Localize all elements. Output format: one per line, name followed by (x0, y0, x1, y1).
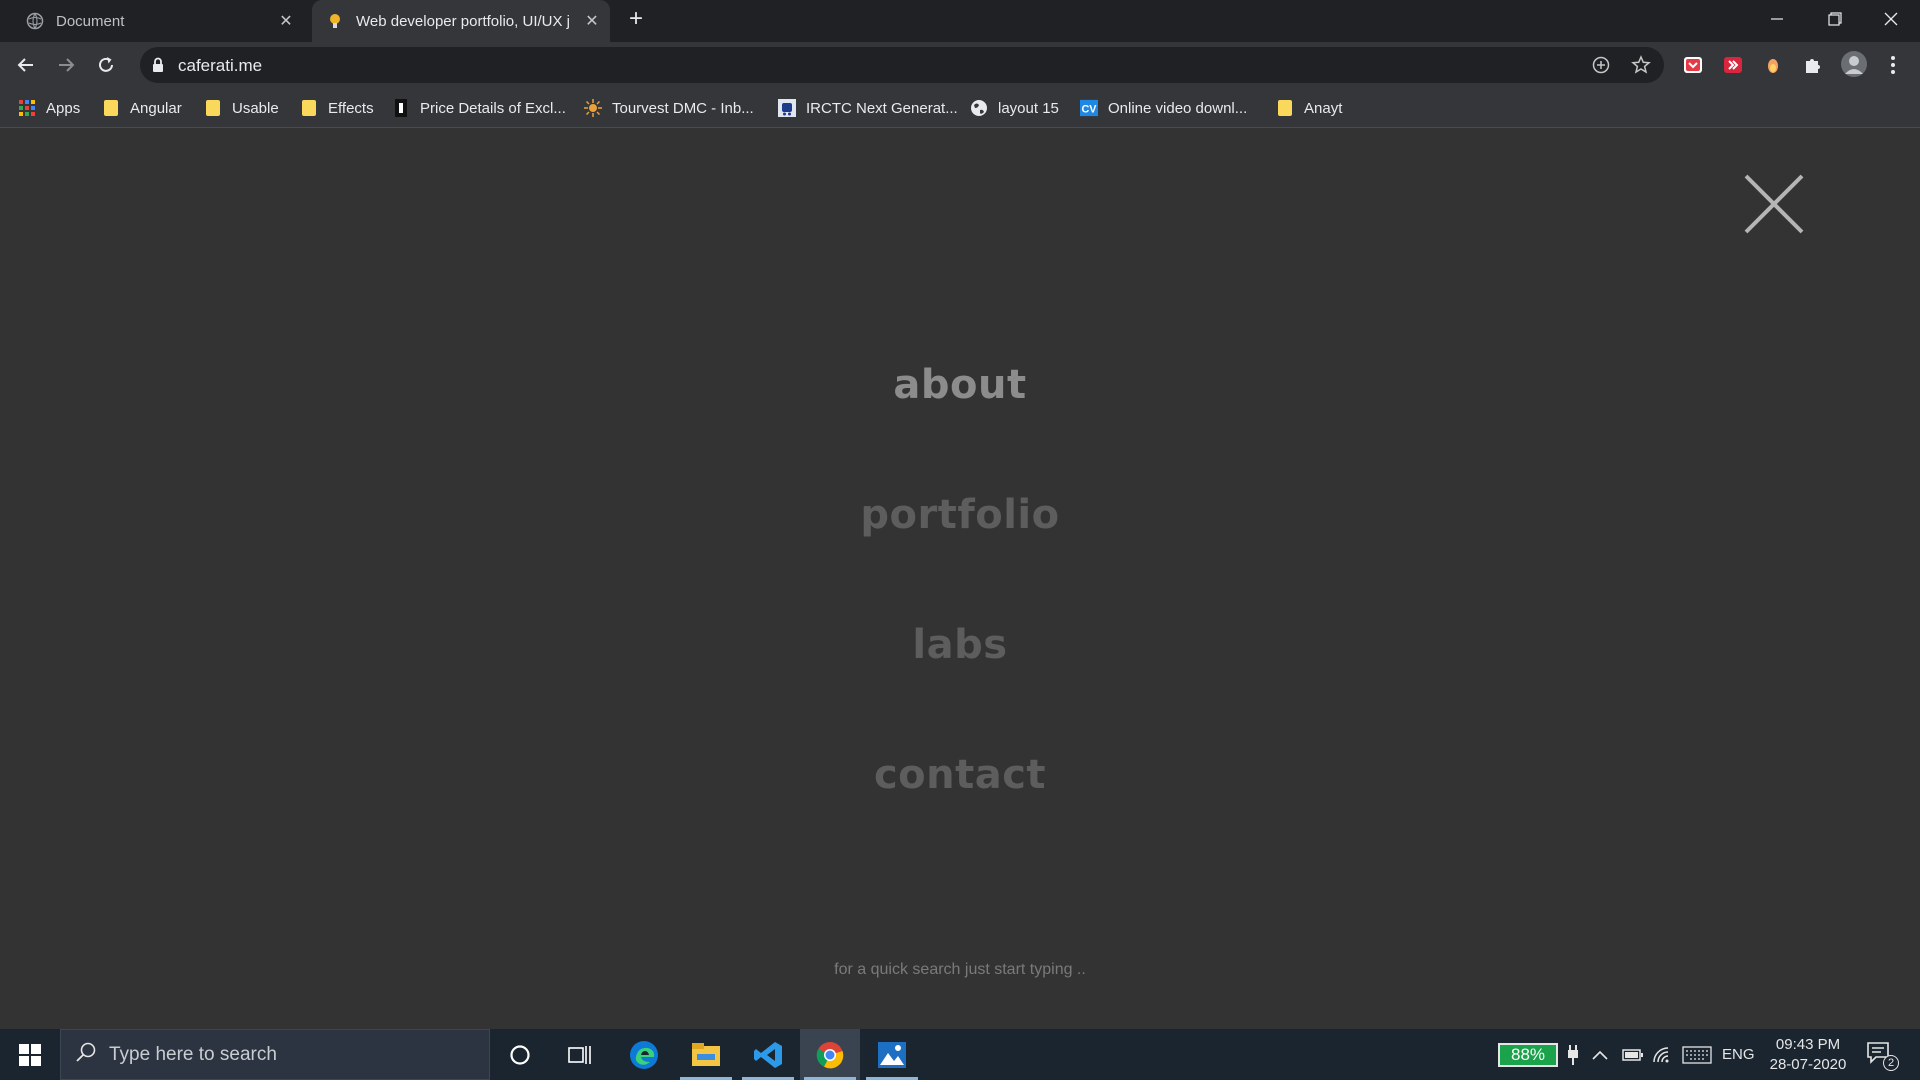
browser-toolbar: caferati.me (0, 42, 1920, 88)
bookmark-label: Tourvest DMC - Inb... (612, 99, 754, 117)
bookmark-label: Price Details of Excl... (420, 99, 566, 117)
bookmark-label: Usable (232, 99, 279, 117)
taskbar-clock[interactable]: 09:43 PM 28-07-2020 (1760, 1035, 1856, 1075)
page-viewport: about portfolio labs contact for a quick… (0, 128, 1920, 1029)
bookmark-anayt[interactable]: Anayt (1276, 97, 1342, 119)
vscode-icon[interactable] (738, 1029, 798, 1080)
bookmark-label: IRCTC Next Generat... (806, 99, 958, 117)
tab-document[interactable]: Document ✕ (0, 0, 304, 42)
tab-title: Web developer portfolio, UI/UX j (356, 12, 570, 30)
page-icon (392, 99, 410, 117)
folder-icon (204, 99, 222, 117)
menu-item-portfolio[interactable]: portfolio (0, 492, 1920, 538)
bookmark-label: layout 15 (998, 99, 1059, 117)
battery-icon[interactable] (1622, 1029, 1644, 1080)
close-menu-icon[interactable] (1742, 172, 1806, 236)
quick-search-hint: for a quick search just start typing .. (834, 961, 1086, 978)
apps-grid-icon (18, 99, 36, 117)
wifi-icon[interactable] (1652, 1029, 1672, 1080)
bookmark-label: Apps (46, 99, 81, 117)
profile-avatar-icon[interactable] (1840, 50, 1868, 78)
task-view-icon[interactable] (550, 1029, 610, 1080)
menu-item-about[interactable]: about (0, 362, 1920, 408)
cv-icon: CV (1080, 99, 1098, 117)
pocket-extension-icon[interactable] (1682, 54, 1704, 76)
install-app-icon[interactable] (1591, 55, 1611, 75)
train-icon (778, 99, 796, 117)
forward-icon[interactable] (52, 51, 80, 79)
minimize-icon[interactable] (1748, 0, 1806, 38)
clock-date: 28-07-2020 (1769, 1056, 1847, 1073)
bookmark-angular[interactable]: Angular (102, 97, 182, 119)
back-icon[interactable] (12, 51, 40, 79)
close-tab-icon[interactable]: ✕ (276, 11, 296, 31)
folder-icon (102, 99, 120, 117)
lock-icon (152, 57, 164, 78)
bookmark-online-video[interactable]: CV Online video downl... (1080, 97, 1247, 119)
folder-icon (1276, 99, 1294, 117)
bookmark-irctc[interactable]: IRCTC Next Generat... (778, 97, 958, 119)
bookmark-layout15[interactable]: layout 15 (970, 97, 1059, 119)
tab-title: Document (56, 12, 125, 30)
address-bar[interactable]: caferati.me (140, 47, 1664, 83)
close-window-icon[interactable] (1862, 0, 1920, 38)
globe-icon (970, 99, 988, 117)
restore-icon[interactable] (1806, 0, 1864, 38)
bookmark-label: Angular (130, 99, 182, 117)
fire-extension-icon[interactable] (1762, 54, 1784, 76)
bookmarks-bar: Apps Angular Usable Effects Price Detail… (0, 88, 1920, 128)
taskbar-search-box[interactable]: Type here to search (60, 1029, 490, 1080)
url-text: caferati.me (178, 56, 263, 75)
bookmark-tourvest[interactable]: Tourvest DMC - Inb... (584, 97, 754, 119)
tab-portfolio[interactable]: Web developer portfolio, UI/UX j ✕ (312, 0, 610, 42)
bookmark-price-details[interactable]: Price Details of Excl... (392, 97, 566, 119)
globe-icon (26, 12, 44, 30)
close-tab-icon[interactable]: ✕ (582, 11, 602, 31)
tab-strip: Document ✕ Web developer portfolio, UI/U… (0, 0, 1920, 42)
menu-item-labs[interactable]: labs (0, 622, 1920, 668)
language-indicator[interactable]: ENG (1722, 1029, 1755, 1080)
bookmark-label: Effects (328, 99, 374, 117)
chrome-taskbar-icon[interactable] (800, 1029, 860, 1080)
show-hidden-icons-chevron-icon[interactable] (1592, 1029, 1608, 1080)
clock-time: 09:43 PM (1775, 1036, 1841, 1053)
bookmark-label: Online video downl... (1108, 99, 1248, 117)
sun-icon (584, 99, 602, 117)
bookmark-label: Anayt (1304, 99, 1343, 117)
media-extension-icon[interactable] (1722, 54, 1744, 76)
file-explorer-icon[interactable] (676, 1029, 736, 1080)
menu-item-contact[interactable]: contact (0, 752, 1920, 798)
extensions-puzzle-icon[interactable] (1802, 54, 1824, 76)
folder-icon (300, 99, 318, 117)
windows-taskbar: Type here to search 88% ENG 09:43 PM 28-… (0, 1029, 1920, 1080)
bookmark-effects[interactable]: Effects (300, 97, 374, 119)
edge-browser-icon[interactable] (614, 1029, 674, 1080)
keyboard-icon[interactable] (1682, 1029, 1712, 1080)
cortana-icon[interactable] (490, 1029, 550, 1080)
chrome-menu-icon[interactable] (1882, 54, 1904, 76)
svg-text:CV: CV (1082, 104, 1098, 116)
notification-count-badge: 2 (1883, 1055, 1899, 1071)
bookmark-usable[interactable]: Usable (204, 97, 279, 119)
search-placeholder: Type here to search (109, 1043, 277, 1065)
bookmark-star-icon[interactable] (1631, 55, 1651, 75)
photos-app-icon[interactable] (862, 1029, 922, 1080)
lightbulb-icon (326, 12, 344, 30)
windows-start-icon[interactable] (0, 1029, 60, 1080)
power-plug-icon[interactable] (1566, 1029, 1580, 1080)
search-icon (75, 1041, 97, 1068)
battery-level-badge[interactable]: 88% (1498, 1043, 1558, 1067)
reload-icon[interactable] (92, 51, 120, 79)
new-tab-button[interactable]: + (624, 7, 648, 32)
bookmark-apps[interactable]: Apps (18, 97, 80, 119)
